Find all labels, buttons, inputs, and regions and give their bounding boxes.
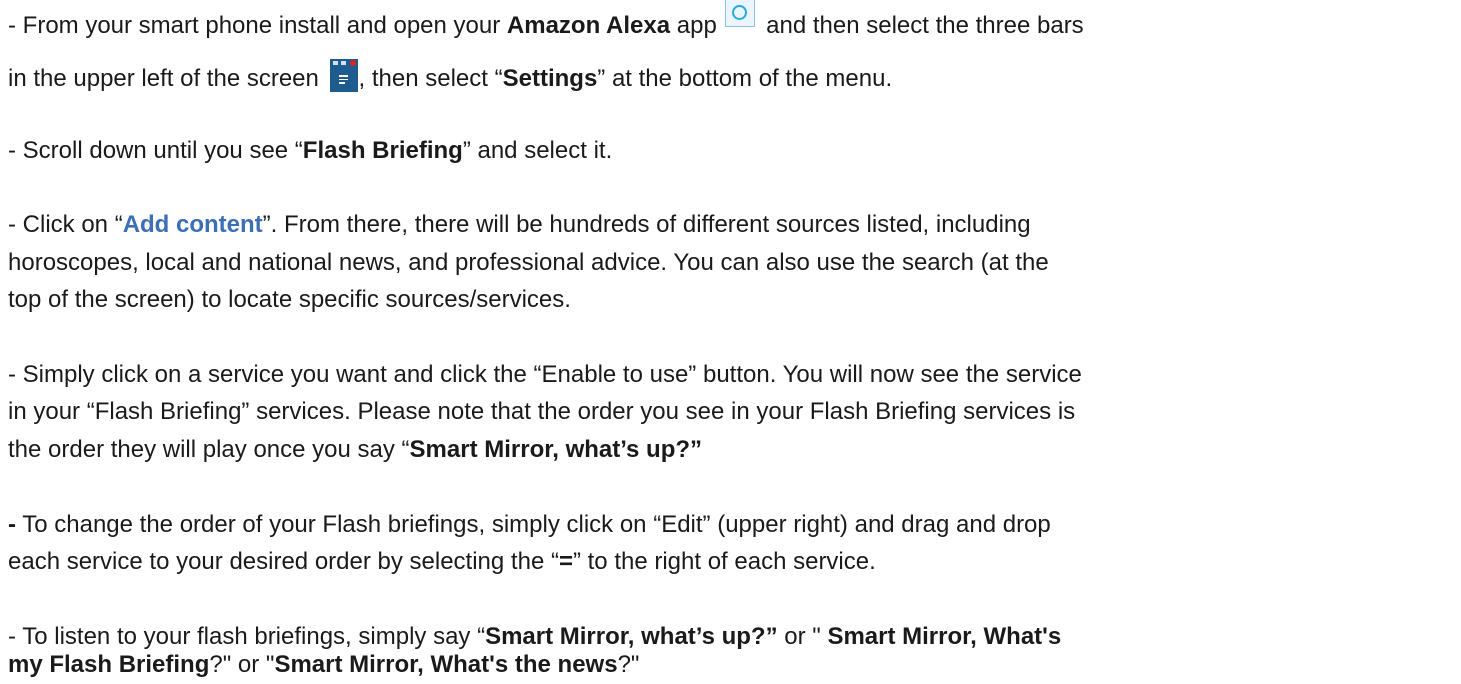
drag-handle-symbol: =	[558, 548, 573, 575]
step1-prefix: - From your smart phone install and open…	[8, 12, 507, 39]
step5-dash: -	[8, 511, 16, 538]
smart-mirror-phrase-3: Smart Mirror, What's the news	[274, 651, 618, 678]
status-bar-icon	[332, 61, 338, 65]
smart-mirror-phrase: Smart Mirror, what’s up?”	[409, 436, 703, 463]
smart-mirror-phrase-1: Smart Mirror, what’s up?”	[485, 623, 778, 650]
alexa-ring-icon	[732, 5, 748, 20]
step2-suffix: ” and select it.	[462, 137, 613, 164]
step6-line1: - To listen to your flash briefings, sim…	[8, 622, 1061, 652]
step3-line1-suffix: ”. From there, there will be hundreds of…	[262, 211, 1031, 238]
smart-mirror-phrase-2-part1: Smart Mirror, What's	[827, 623, 1062, 650]
step3-line1: - Click on “Add content”. From there, th…	[8, 210, 1031, 240]
alexa-app-icon	[725, 0, 756, 27]
step4-line3: the order they will play once you say “S…	[8, 435, 702, 465]
status-bar-icon	[340, 61, 346, 65]
step5-line2: each service to your desired order by se…	[8, 547, 876, 577]
step4-line1: - Simply click on a service you want and…	[8, 361, 1082, 388]
step6-prefix: - To listen to your flash briefings, sim…	[8, 623, 486, 650]
step5-line2-suffix: ” to the right of each service.	[572, 548, 876, 575]
step2-prefix: - Scroll down until you see “	[8, 137, 303, 164]
step1-after-icon: and then select the three bars	[759, 12, 1084, 39]
smart-mirror-phrase-2-part2: my Flash Briefing	[8, 651, 210, 678]
step1-line1: - From your smart phone install and open…	[8, 0, 1084, 41]
three-bars-menu-icon	[329, 59, 358, 92]
flash-briefing-label: Flash Briefing	[302, 137, 463, 164]
step1-line2-prefix: in the upper left of the screen	[8, 65, 326, 92]
step5-line1: - To change the order of your Flash brie…	[8, 510, 1051, 540]
step2-line1: - Scroll down until you see “Flash Brief…	[8, 136, 612, 166]
step3-line3: top of the screen) to locate specific so…	[8, 286, 571, 313]
step3-prefix: - Click on “	[8, 211, 123, 238]
hamburger-bars-icon	[338, 75, 348, 86]
instructions-document: - From your smart phone install and open…	[0, 0, 1461, 684]
step4-line3-prefix: the order they will play once you say “	[8, 436, 410, 463]
app-name: Amazon Alexa	[506, 12, 671, 39]
step1-line2-suffix: ” at the bottom of the menu.	[597, 65, 893, 92]
step5-line1-rest: To change the order of your Flash briefi…	[16, 511, 1051, 538]
step1-line2-middle: , then select “	[358, 65, 503, 92]
add-content-link[interactable]: Add content	[123, 211, 263, 238]
settings-label: Settings	[502, 65, 598, 92]
step6-line2: my Flash Briefing?" or "Smart Mirror, Wh…	[8, 650, 639, 680]
step4-line2: in your “Flash Briefing” services. Pleas…	[8, 398, 1076, 425]
step1-after-app: app	[670, 12, 724, 39]
step6-or-1: or "	[777, 623, 828, 650]
step6-end: ?"	[617, 651, 640, 678]
step3-line2: horoscopes, local and national news, and…	[8, 249, 1049, 276]
step1-line2: in the upper left of the screen , then s…	[8, 59, 893, 92]
step5-line2-prefix: each service to your desired order by se…	[8, 548, 559, 575]
step6-or-2: ?" or "	[209, 651, 275, 678]
notification-badge-icon	[349, 60, 356, 66]
